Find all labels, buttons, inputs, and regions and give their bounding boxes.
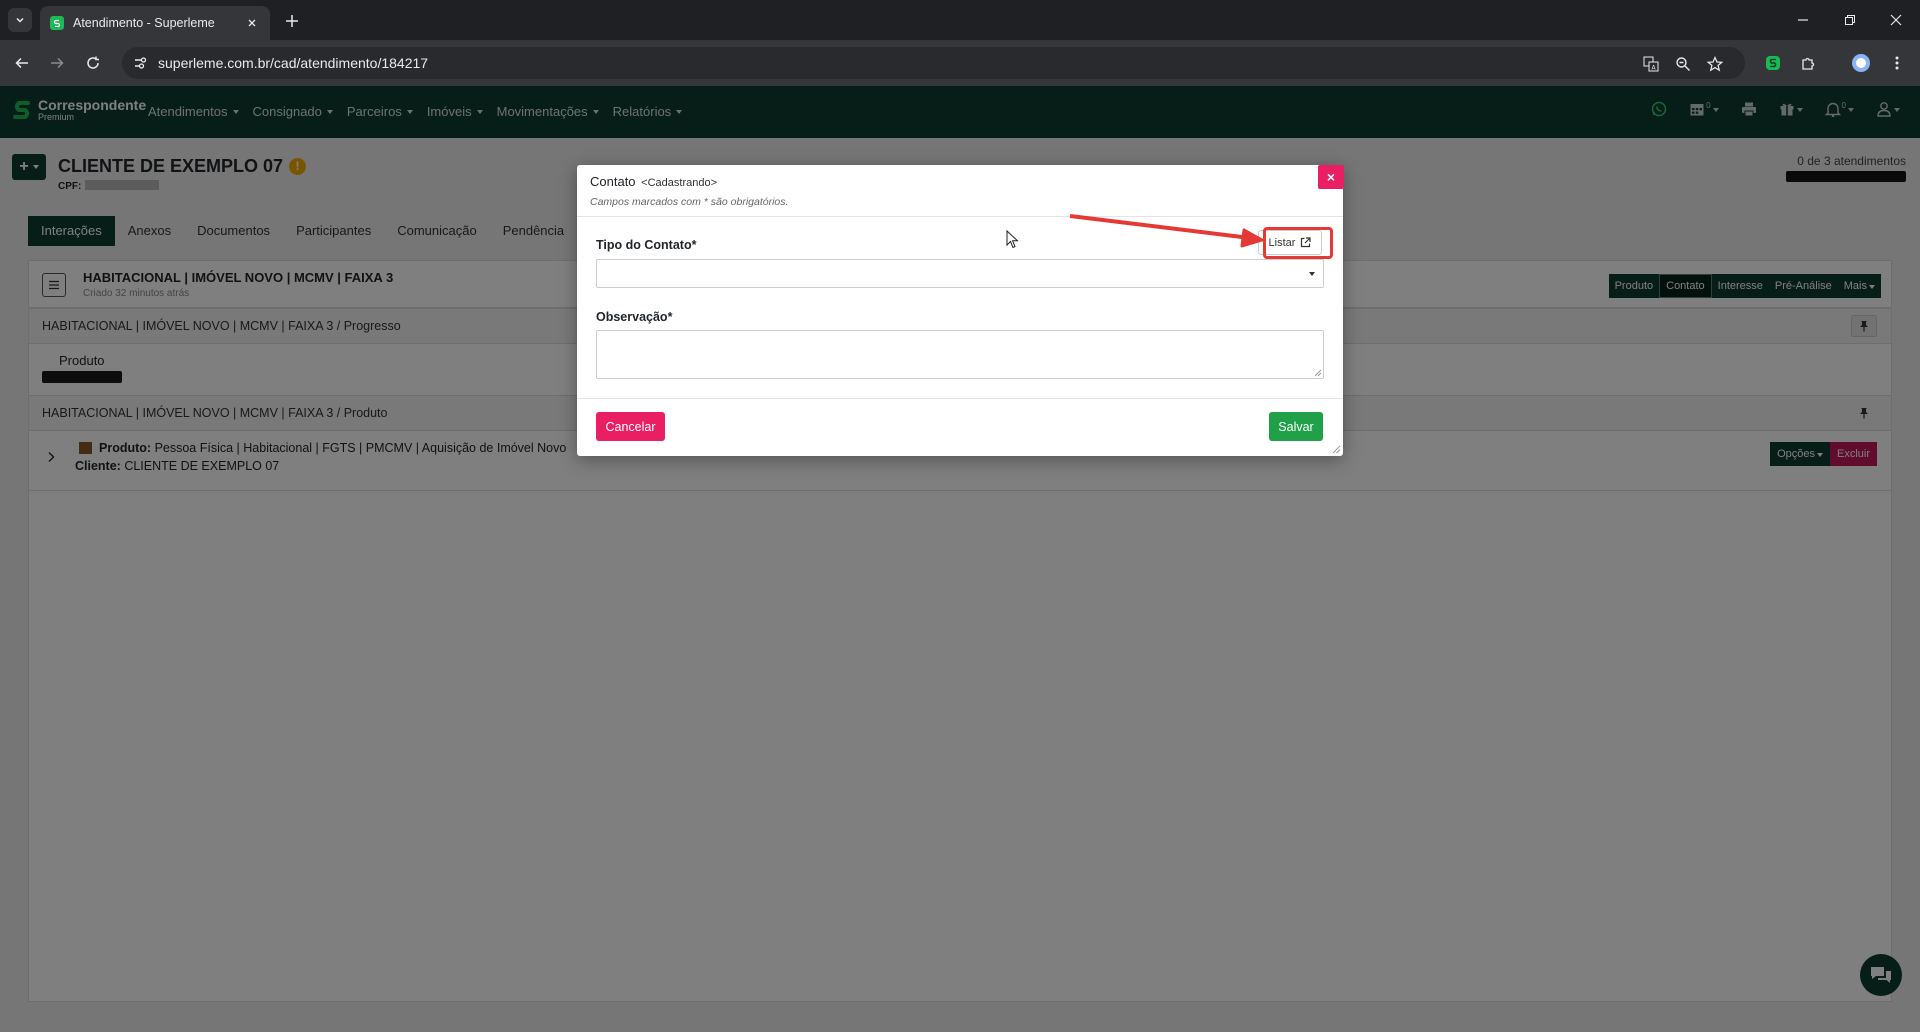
required-hint: Campos marcados com * são obrigatórios. (590, 196, 789, 208)
tipo-contato-select[interactable] (596, 259, 1324, 288)
modal-title-text: Contato (590, 174, 636, 189)
contato-modal: Contato <Cadastrando> Campos marcados co… (577, 165, 1344, 456)
tab-close-icon[interactable] (244, 15, 260, 31)
close-icon: × (1326, 169, 1336, 185)
reload-button[interactable] (81, 51, 105, 75)
back-button[interactable] (10, 51, 34, 75)
modal-state: <Cadastrando> (641, 177, 718, 189)
close-window-button[interactable] (1884, 8, 1908, 32)
url-text: superleme.com.br/cad/atendimento/184217 (158, 55, 429, 71)
restore-button[interactable] (1838, 8, 1862, 32)
minimize-button[interactable] (1791, 8, 1815, 32)
mouse-cursor-icon (1006, 230, 1019, 249)
extensions-puzzle-icon[interactable] (1796, 51, 1820, 75)
superleme-favicon-icon (50, 16, 64, 30)
modal-title: Contato <Cadastrando> (590, 174, 717, 189)
minimize-icon (1798, 19, 1808, 21)
browser-menu-icon[interactable] (1885, 51, 1909, 75)
site-info-icon[interactable] (132, 55, 148, 71)
arrow-right-icon (51, 57, 64, 69)
address-bar[interactable]: superleme.com.br/cad/atendimento/184217 … (122, 47, 1745, 79)
annotation-highlight-box (1263, 227, 1333, 259)
cancel-button[interactable]: Cancelar (596, 412, 665, 441)
reload-icon (87, 56, 99, 69)
tipo-contato-label: Tipo do Contato* (596, 238, 697, 252)
observacao-textarea[interactable] (596, 330, 1324, 379)
modal-resize-icon[interactable] (1332, 445, 1341, 454)
resize-grip-icon[interactable] (1314, 369, 1322, 377)
bookmark-star-icon[interactable] (1706, 55, 1724, 73)
browser-tabbar: Atendimento - Superleme (0, 0, 1920, 40)
tab-search-button[interactable] (8, 8, 32, 32)
modal-footer: Cancelar Salvar (577, 398, 1343, 456)
browser-toolbar: superleme.com.br/cad/atendimento/184217 … (0, 40, 1920, 86)
arrow-left-icon (15, 57, 28, 69)
zoom-icon[interactable] (1674, 55, 1692, 73)
translate-icon[interactable]: A (1642, 55, 1660, 73)
modal-close-button[interactable]: × (1318, 165, 1344, 189)
new-tab-button[interactable] (281, 10, 303, 32)
browser-tab-active[interactable]: Atendimento - Superleme (40, 6, 270, 40)
save-button[interactable]: Salvar (1269, 412, 1323, 441)
modal-header: Contato <Cadastrando> Campos marcados co… (577, 165, 1344, 217)
close-icon (1890, 14, 1902, 26)
superleme-extension-icon[interactable] (1761, 51, 1785, 75)
observacao-label: Observação* (596, 310, 673, 324)
plus-icon (286, 15, 298, 27)
forward-button[interactable] (45, 51, 69, 75)
tab-title: Atendimento - Superleme (73, 16, 215, 30)
profile-avatar-icon[interactable] (1849, 51, 1873, 75)
caret-down-icon (1309, 272, 1315, 276)
chevron-down-icon (16, 17, 24, 23)
restore-icon (1845, 15, 1855, 25)
